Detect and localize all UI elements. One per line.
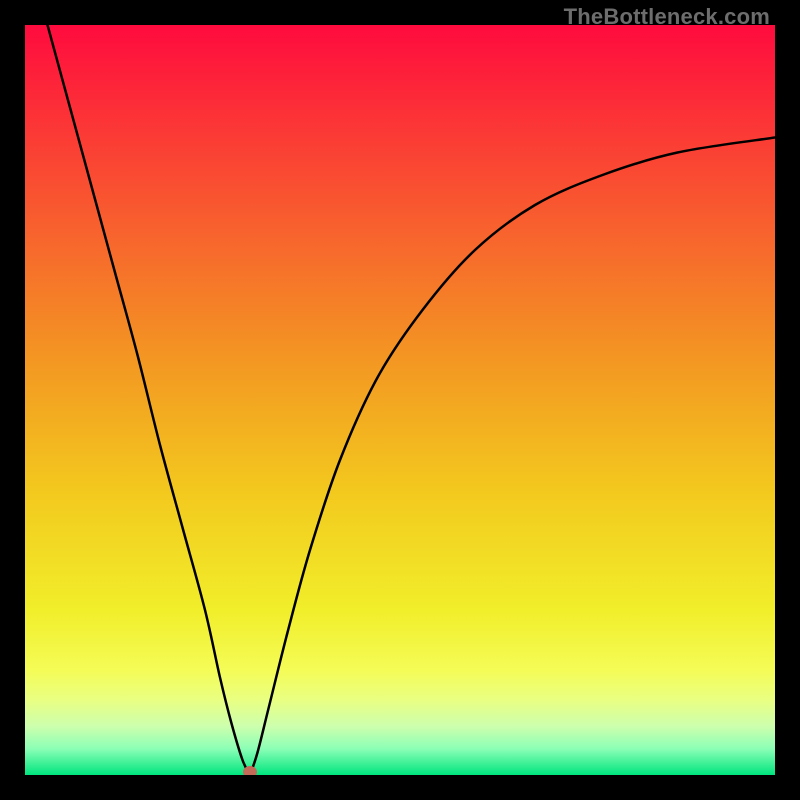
optimal-point-marker <box>243 766 257 775</box>
bottleneck-curve <box>25 25 775 775</box>
chart-frame: TheBottleneck.com <box>0 0 800 800</box>
plot-area <box>25 25 775 775</box>
watermark-text: TheBottleneck.com <box>564 4 770 30</box>
curve-left-branch <box>48 25 251 775</box>
curve-right-branch <box>250 138 775 776</box>
